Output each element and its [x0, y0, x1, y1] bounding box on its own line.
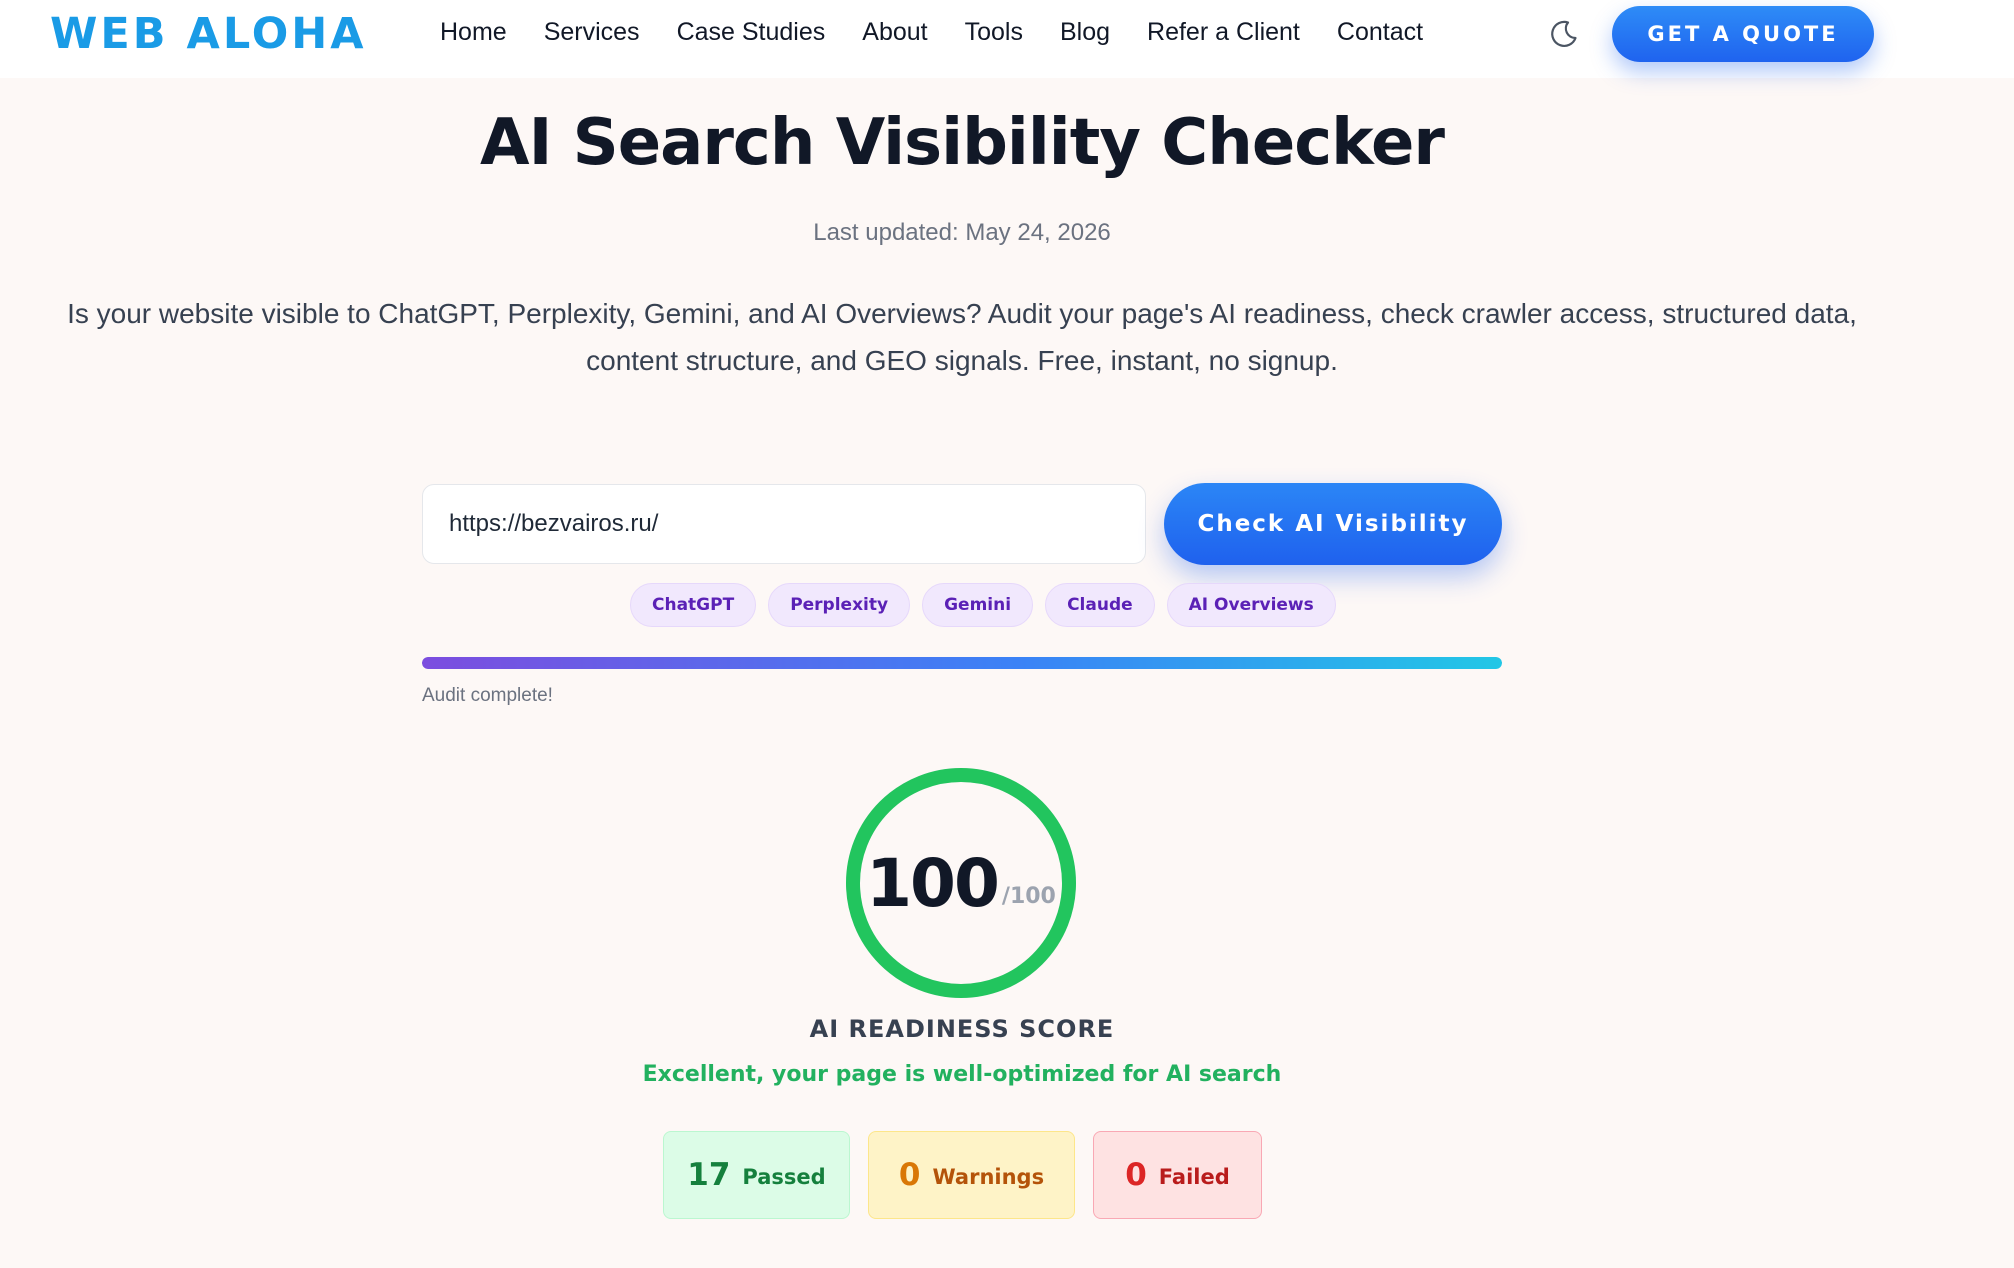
chip-perplexity: Perplexity: [768, 583, 911, 627]
failed-label: Failed: [1158, 1165, 1230, 1189]
score-message: Excellent, your page is well-optimized f…: [642, 1062, 1282, 1087]
last-updated-text: Last updated: May 24, 2026: [813, 219, 1111, 246]
nav-link-blog[interactable]: Blog: [1060, 14, 1110, 50]
nav-link-tools[interactable]: Tools: [965, 14, 1023, 50]
get-a-quote-button[interactable]: GET A QUOTE: [1612, 6, 1874, 62]
warnings-badge: 0 Warnings: [868, 1131, 1075, 1219]
passed-count: 17: [687, 1157, 731, 1193]
engine-chips: ChatGPT Perplexity Gemini Claude AI Over…: [630, 583, 1348, 627]
nav-link-contact[interactable]: Contact: [1337, 14, 1423, 50]
page-title: AI Search Visibility Checker: [480, 106, 1445, 180]
url-input[interactable]: [422, 484, 1146, 564]
audit-progress-fill: [422, 657, 1502, 669]
warnings-label: Warnings: [932, 1165, 1045, 1189]
score-value: 100: [866, 844, 1000, 922]
nav-link-case-studies[interactable]: Case Studies: [677, 14, 826, 50]
score-max: /100: [1001, 883, 1056, 909]
nav-link-about[interactable]: About: [862, 14, 927, 50]
chip-ai-overviews: AI Overviews: [1166, 583, 1336, 627]
passed-label: Passed: [742, 1165, 826, 1189]
nav-link-services[interactable]: Services: [544, 14, 640, 50]
nav-link-refer-a-client[interactable]: Refer a Client: [1147, 14, 1300, 50]
score-label: AI READINESS SCORE: [809, 1015, 1115, 1043]
failed-badge: 0 Failed: [1093, 1131, 1262, 1219]
warnings-count: 0: [898, 1157, 921, 1193]
score-value-display: 100 /100: [842, 764, 1080, 1002]
audit-progress-bar: [422, 657, 1502, 669]
chip-chatgpt: ChatGPT: [630, 583, 757, 627]
intro-text: Is your website visible to ChatGPT, Perp…: [67, 298, 1857, 376]
moon-icon[interactable]: [1548, 18, 1580, 50]
audit-status-text: Audit complete!: [422, 685, 553, 706]
chip-gemini: Gemini: [922, 583, 1034, 627]
check-ai-visibility-button[interactable]: Check AI Visibility: [1164, 483, 1502, 565]
top-navigation: WEB ALOHA Home Services Case Studies Abo…: [0, 0, 2014, 78]
nav-link-home[interactable]: Home: [440, 14, 507, 50]
logo[interactable]: WEB ALOHA: [50, 8, 367, 60]
chip-claude: Claude: [1045, 583, 1155, 627]
nav-links: Home Services Case Studies About Tools B…: [440, 14, 1460, 50]
failed-count: 0: [1125, 1157, 1147, 1193]
passed-badge: 17 Passed: [663, 1131, 850, 1219]
